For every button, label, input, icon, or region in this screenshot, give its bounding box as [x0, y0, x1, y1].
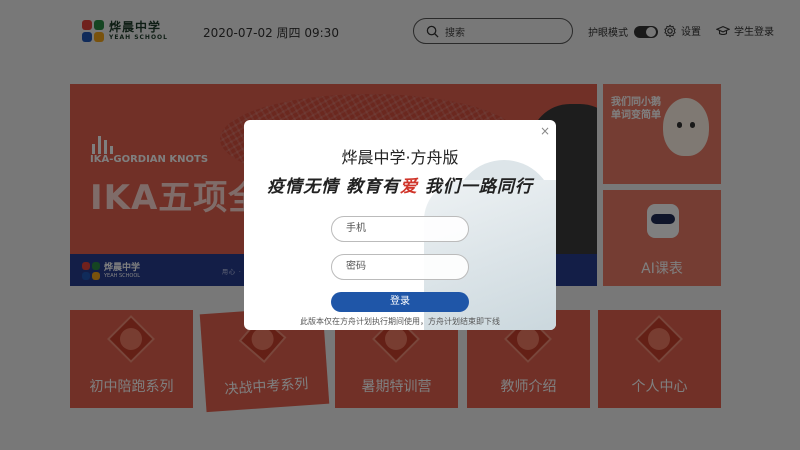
slogan-heart: 爱 — [400, 177, 418, 197]
password-field[interactable]: 密码 — [331, 254, 469, 280]
phone-placeholder: 手机 — [346, 223, 366, 234]
login-modal: × 烨晨中学·方舟版 疫情无情 教育有爱 我们一路同行 手机 密码 登录 此版本… — [244, 120, 556, 330]
slogan-part-2: 我们一路同行 — [418, 177, 533, 197]
app-page: 烨晨中学 YEAH SCHOOL 2020-07-02 周四 09:30 搜索 … — [0, 0, 800, 450]
modal-slogan: 疫情无情 教育有爱 我们一路同行 — [244, 172, 556, 197]
phone-field[interactable]: 手机 — [331, 216, 469, 242]
login-button[interactable]: 登录 — [331, 292, 469, 312]
version-note: 此版本仅在方舟计划执行期间使用，方舟计划结束即下线 — [300, 317, 500, 326]
close-icon[interactable]: × — [540, 124, 550, 138]
password-placeholder: 密码 — [346, 261, 366, 272]
slogan-part-1: 疫情无情 教育有 — [267, 177, 400, 197]
modal-title: 烨晨中学·方舟版 — [341, 148, 459, 167]
